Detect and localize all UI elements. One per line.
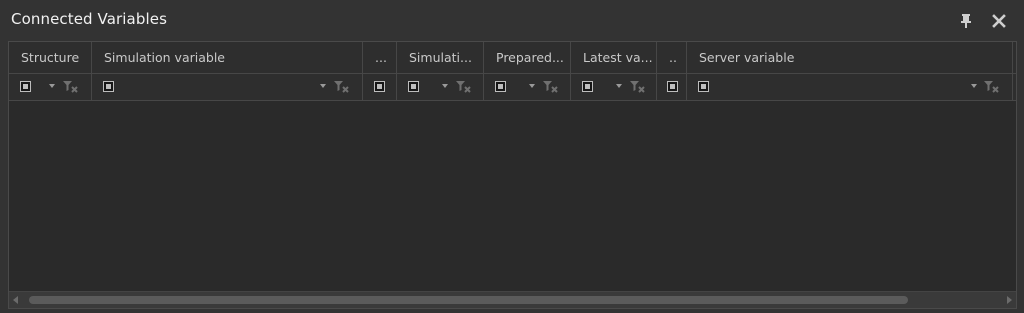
horizontal-scrollbar[interactable] xyxy=(9,291,1016,308)
filter-checkbox-icon[interactable] xyxy=(667,81,678,92)
pin-icon xyxy=(961,14,971,28)
clear-filter-icon[interactable] xyxy=(983,79,1001,95)
dropdown-arrow-icon[interactable] xyxy=(442,84,448,88)
filter-cell-server-variable xyxy=(687,74,1013,100)
filter-checkbox-icon[interactable] xyxy=(495,81,506,92)
grid-header-row: Structure Simulation variable ... Simula… xyxy=(9,42,1016,74)
dropdown-arrow-icon[interactable] xyxy=(971,84,977,88)
filter-checkbox-icon[interactable] xyxy=(582,81,593,92)
grid-filter-row xyxy=(9,74,1016,101)
column-header-collapsed-1[interactable]: ... xyxy=(363,42,397,73)
scroll-right-arrow-icon[interactable] xyxy=(1007,296,1012,304)
scrollbar-thumb[interactable] xyxy=(29,296,908,304)
dropdown-arrow-icon[interactable] xyxy=(320,84,326,88)
clear-filter-icon[interactable] xyxy=(333,79,351,95)
scroll-left-arrow-icon[interactable] xyxy=(13,296,18,304)
dropdown-arrow-icon[interactable] xyxy=(616,84,622,88)
column-header-simulation-value[interactable]: Simulati... xyxy=(397,42,484,73)
column-header-simulation-variable[interactable]: Simulation variable xyxy=(92,42,363,73)
dropdown-arrow-icon[interactable] xyxy=(49,84,55,88)
close-icon xyxy=(992,14,1006,28)
filter-checkbox-icon[interactable] xyxy=(103,81,114,92)
panel-title: Connected Variables xyxy=(11,10,167,28)
filter-cell-collapsed-2 xyxy=(657,74,687,100)
filter-checkbox-icon[interactable] xyxy=(374,81,385,92)
clear-filter-icon[interactable] xyxy=(629,79,647,95)
filter-checkbox-icon[interactable] xyxy=(408,81,419,92)
filter-checkbox-icon[interactable] xyxy=(698,81,709,92)
connected-variables-panel: Connected Variables Structure Simulation… xyxy=(0,0,1024,313)
clear-filter-icon[interactable] xyxy=(542,79,560,95)
filter-cell-latest-value xyxy=(571,74,657,100)
column-header-structure[interactable]: Structure xyxy=(9,42,92,73)
column-header-prepared-value[interactable]: Prepared... xyxy=(484,42,571,73)
filter-cell-structure xyxy=(9,74,92,100)
clear-filter-icon[interactable] xyxy=(455,79,473,95)
filter-checkbox-icon[interactable] xyxy=(20,81,31,92)
filter-cell-prepared-value xyxy=(484,74,571,100)
column-header-server-variable[interactable]: Server variable xyxy=(687,42,1013,73)
column-header-collapsed-2[interactable]: .. xyxy=(657,42,687,73)
filter-cell-simulation-variable xyxy=(92,74,363,100)
pin-button[interactable] xyxy=(957,12,975,30)
column-header-latest-value[interactable]: Latest va... xyxy=(571,42,657,73)
filter-cell-collapsed-1 xyxy=(363,74,397,100)
dropdown-arrow-icon[interactable] xyxy=(529,84,535,88)
close-button[interactable] xyxy=(990,12,1008,30)
filter-cell-simulation-value xyxy=(397,74,484,100)
variables-grid: Structure Simulation variable ... Simula… xyxy=(8,41,1017,309)
clear-filter-icon[interactable] xyxy=(62,79,80,95)
